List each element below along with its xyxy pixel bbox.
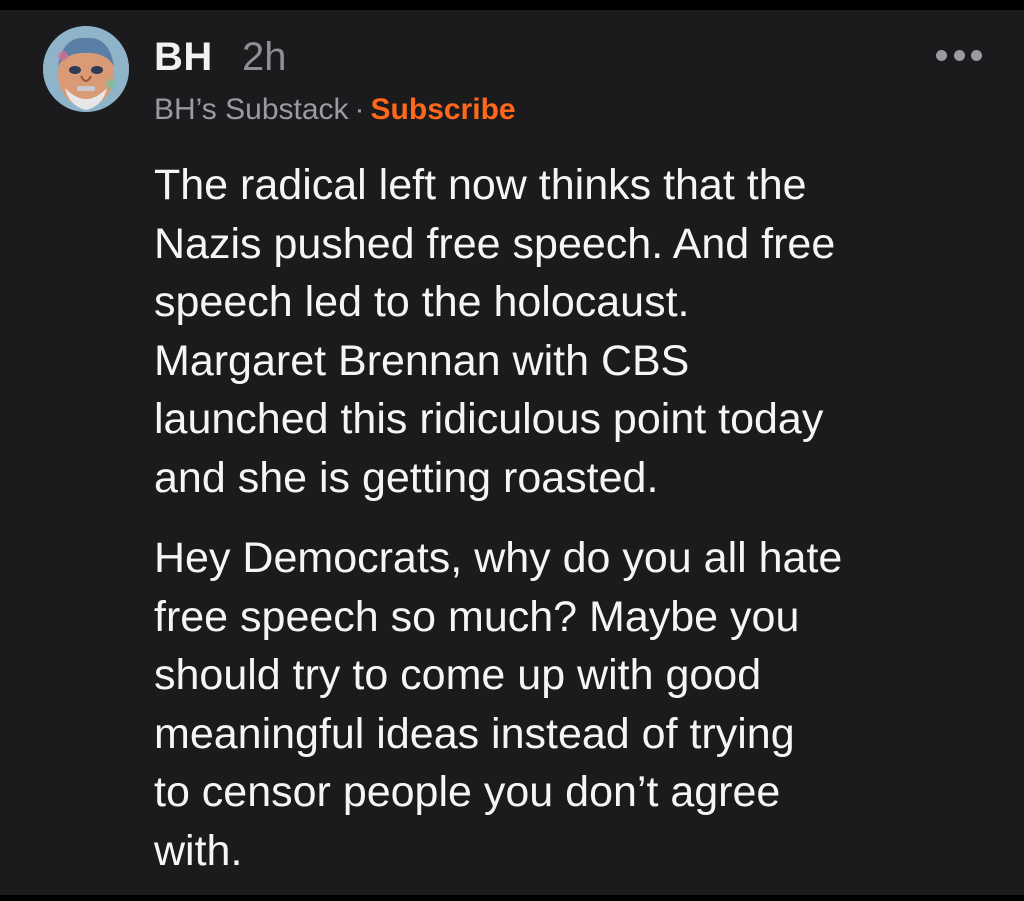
more-horizontal-icon xyxy=(936,49,947,61)
author-name[interactable]: BH xyxy=(154,34,213,80)
post-timestamp: 2h xyxy=(242,35,287,79)
post-paragraph: Hey Democrats, why do you all hate free … xyxy=(154,534,843,875)
post-paragraph: The radical left now thinks that the Naz… xyxy=(154,161,836,502)
post-card: BH 2h BH’s Substack · Subscribe The radica… xyxy=(0,10,1024,895)
subscribe-link[interactable]: Subscribe xyxy=(371,93,516,126)
avatar-image xyxy=(43,26,129,112)
more-options-button[interactable] xyxy=(936,45,982,65)
more-horizontal-icon-dot xyxy=(953,49,965,61)
avatar[interactable] xyxy=(43,26,129,112)
post-meta: BH’s Substack · Subscribe xyxy=(154,92,516,128)
post-body: The radical left now thinks that the Naz… xyxy=(154,156,1004,880)
more-horizontal-icon-dot xyxy=(971,49,982,61)
meta-separator: · xyxy=(354,93,365,126)
publication-name[interactable]: BH’s Substack xyxy=(154,93,349,126)
